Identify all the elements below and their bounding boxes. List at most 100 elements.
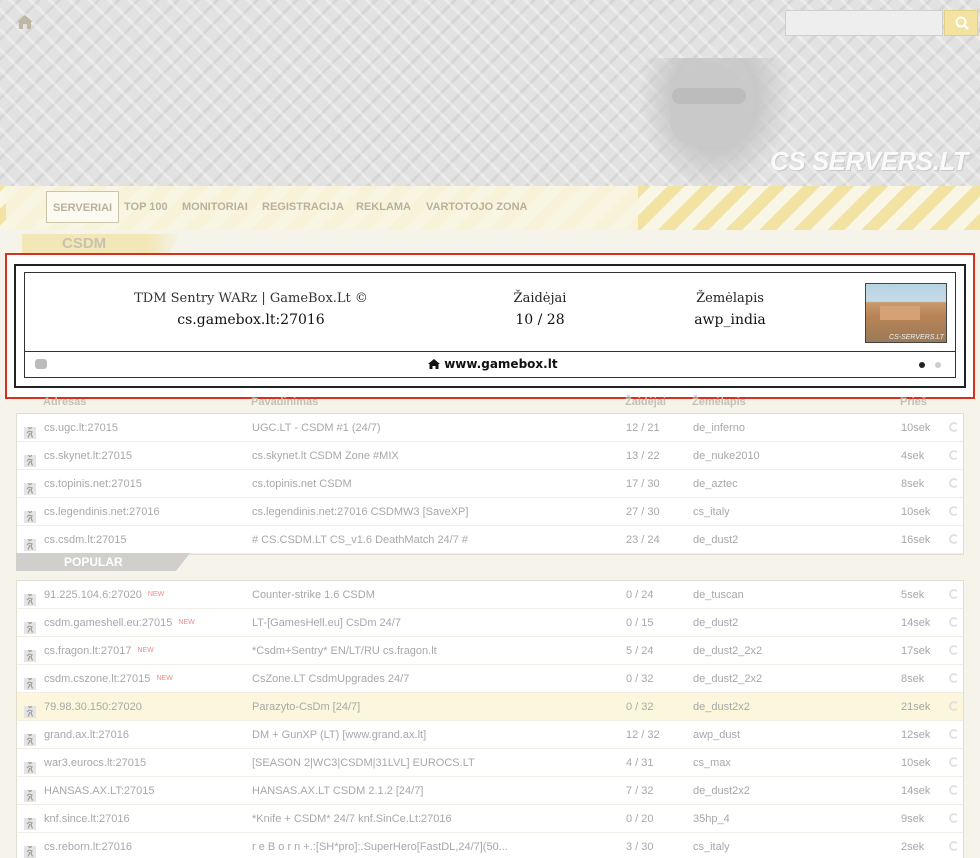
player-icon [24, 729, 36, 746]
refresh-icon[interactable] [949, 785, 959, 795]
server-row[interactable]: cs.topinis.net:27015 cs.topinis.net CSDM 1… [17, 470, 963, 498]
server-address[interactable]: cs.skynet.lt:27015 [44, 442, 132, 470]
server-name[interactable]: cs.legendinis.net:27016 CSDMW3 [SaveXP] [252, 498, 468, 526]
featured-server-name: TDM Sentry WARz | GameBox.Lt © [134, 291, 368, 306]
server-row[interactable]: csdm.gameshell.eu:27015 NEW LT-[GamesHell.… [17, 609, 963, 637]
server-address-text: knf.since.lt:27016 [44, 813, 130, 825]
search-input[interactable] [785, 10, 943, 36]
server-name[interactable]: UGC.LT - CSDM #1 (24/7) [252, 414, 381, 442]
carousel-dot-2[interactable] [935, 362, 941, 368]
featured-server-address[interactable]: cs.gamebox.lt:27016 [120, 312, 382, 328]
new-badge: NEW [156, 675, 173, 682]
server-name[interactable]: cs.topinis.net CSDM [252, 470, 352, 498]
server-updated-ago: 14sek [901, 617, 931, 629]
player-icon [24, 757, 36, 774]
refresh-icon[interactable] [949, 478, 959, 488]
server-name[interactable]: # CS.CSDM.LT CS_v1.6 DeathMatch 24/7 # [252, 526, 468, 554]
server-players: 0 / 15 [626, 617, 654, 629]
server-address[interactable]: cs.legendinis.net:27016 [44, 498, 160, 526]
server-row[interactable]: csdm.cszone.lt:27015 NEW CsZone.LT CsdmUpg… [17, 665, 963, 693]
server-address-text: csdm.gameshell.eu:27015 [44, 617, 173, 629]
server-address[interactable]: cs.ugc.lt:27015 [44, 414, 118, 442]
server-address-text: 79.98.30.150:27020 [44, 701, 142, 713]
refresh-icon[interactable] [949, 422, 959, 432]
server-row[interactable]: 91.225.104.6:27020 NEW Counter-strike 1.6 … [17, 581, 963, 609]
server-name[interactable]: CsZone.LT CsdmUpgrades 24/7 [252, 665, 409, 693]
server-name[interactable]: HANSAS.AX.LT CSDM 2.1.2 [24/7] [252, 777, 423, 805]
server-name[interactable]: Parazyto-CsDm [24/7] [252, 693, 360, 721]
server-address[interactable]: cs.fragon.lt:27017 NEW [44, 637, 154, 665]
refresh-icon[interactable] [949, 729, 959, 739]
new-badge: NEW [147, 591, 165, 598]
server-row[interactable]: cs.csdm.lt:27015 # CS.CSDM.LT CS_v1.6 Dea… [17, 526, 963, 554]
refresh-icon[interactable] [949, 813, 959, 823]
player-icon [24, 450, 36, 467]
server-row[interactable]: cs.ugc.lt:27015 UGC.LT - CSDM #1 (24/7) 12… [17, 414, 963, 442]
csdm-server-table: cs.ugc.lt:27015 UGC.LT - CSDM #1 (24/7) 12… [16, 413, 964, 555]
refresh-icon[interactable] [949, 757, 959, 767]
popular-title: POPULAR [64, 555, 123, 569]
server-row[interactable]: grand.ax.lt:27016 DM + GunXP (LT) [www.gr… [17, 721, 963, 749]
refresh-icon[interactable] [949, 534, 959, 544]
chat-icon[interactable] [35, 359, 47, 369]
refresh-icon[interactable] [949, 617, 959, 627]
server-map: de_dust2x2 [693, 701, 750, 713]
server-players: 12 / 21 [626, 422, 660, 434]
server-address[interactable]: grand.ax.lt:27016 [44, 721, 129, 749]
nav-item-reklama[interactable]: REKLAMA [356, 191, 411, 223]
nav-item-top100[interactable]: TOP 100 [124, 191, 168, 223]
server-address[interactable]: cs.csdm.lt:27015 [44, 526, 127, 554]
server-name[interactable]: *Knife + CSDM* 24/7 knf.SinCe.Lt:27016 [252, 805, 452, 833]
server-name[interactable]: cs.skynet.lt CSDM Zone #MIX [252, 442, 399, 470]
refresh-icon[interactable] [949, 589, 959, 599]
server-row[interactable]: war3.eurocs.lt:27015 [SEASON 2|WC3|CSDM|3… [17, 749, 963, 777]
home-icon [428, 359, 440, 369]
server-row[interactable]: cs.reborn.lt:27016 r e B o r n +.:[SH*pro… [17, 833, 963, 858]
player-icon [24, 673, 36, 690]
refresh-icon[interactable] [949, 450, 959, 460]
server-address[interactable]: cs.reborn.lt:27016 [44, 833, 132, 858]
server-row[interactable]: cs.legendinis.net:27016 cs.legendinis.net… [17, 498, 963, 526]
server-name[interactable]: Counter-strike 1.6 CSDM [252, 581, 375, 609]
server-address[interactable]: cs.topinis.net:27015 [44, 470, 142, 498]
server-row[interactable]: cs.fragon.lt:27017 NEW *Csdm+Sentry* EN/LT… [17, 637, 963, 665]
server-row[interactable]: cs.skynet.lt:27015 cs.skynet.lt CSDM Zone… [17, 442, 963, 470]
server-address[interactable]: HANSAS.AX.LT:27015 [44, 777, 154, 805]
refresh-icon[interactable] [949, 506, 959, 516]
refresh-icon[interactable] [949, 701, 959, 711]
section-title: CSDM [62, 235, 107, 252]
featured-site-link[interactable]: www.gamebox.lt [428, 357, 578, 371]
server-address[interactable]: war3.eurocs.lt:27015 [44, 749, 146, 777]
nav-item-registracija[interactable]: REGISTRACIJA [262, 191, 344, 223]
server-address[interactable]: 91.225.104.6:27020 NEW [44, 581, 164, 609]
server-map: awp_dust [693, 729, 741, 741]
nav-item-serveriai[interactable]: SERVERIAI [46, 191, 120, 223]
server-row[interactable]: 79.98.30.150:27020 Parazyto-CsDm [24/7] 0 … [17, 693, 963, 721]
server-address[interactable]: csdm.gameshell.eu:27015 NEW [44, 609, 195, 637]
refresh-icon[interactable] [949, 645, 959, 655]
carousel-dot-1[interactable] [919, 362, 925, 368]
server-name[interactable]: LT-[GamesHell.eu] CsDm 24/7 [252, 609, 401, 637]
server-row[interactable]: HANSAS.AX.LT:27015 HANSAS.AX.LT CSDM 2.1.… [17, 777, 963, 805]
nav-item-monitoriai[interactable]: MONITORIAI [182, 191, 248, 223]
server-name[interactable]: DM + GunXP (LT) [www.grand.ax.lt] [252, 721, 426, 749]
refresh-icon[interactable] [949, 841, 959, 851]
site-logo[interactable]: CS SERVERS.LT [770, 146, 969, 177]
server-map: cs_italy [693, 841, 730, 853]
server-name[interactable]: r e B o r n +.:[SH*pro]:.SuperHero[FastD… [252, 833, 508, 858]
search-button[interactable] [944, 10, 978, 36]
server-row[interactable]: knf.since.lt:27016 *Knife + CSDM* 24/7 kn… [17, 805, 963, 833]
server-address-text: cs.ugc.lt:27015 [44, 422, 118, 434]
server-players: 23 / 24 [626, 534, 660, 546]
home-icon[interactable] [15, 13, 35, 31]
server-address[interactable]: 79.98.30.150:27020 [44, 693, 142, 721]
server-name[interactable]: *Csdm+Sentry* EN/LT/RU cs.fragon.lt [252, 637, 437, 665]
player-icon [24, 841, 36, 858]
server-address[interactable]: knf.since.lt:27016 [44, 805, 130, 833]
server-address[interactable]: csdm.cszone.lt:27015 NEW [44, 665, 173, 693]
column-header-address: Adresas [43, 396, 87, 408]
nav-item-vartotojo-zona[interactable]: VARTOTOJO ZONA [426, 191, 527, 223]
refresh-icon[interactable] [949, 673, 959, 683]
server-players: 0 / 32 [626, 673, 654, 685]
server-name[interactable]: [SEASON 2|WC3|CSDM|31LVL] EUROCS.LT [252, 749, 475, 777]
